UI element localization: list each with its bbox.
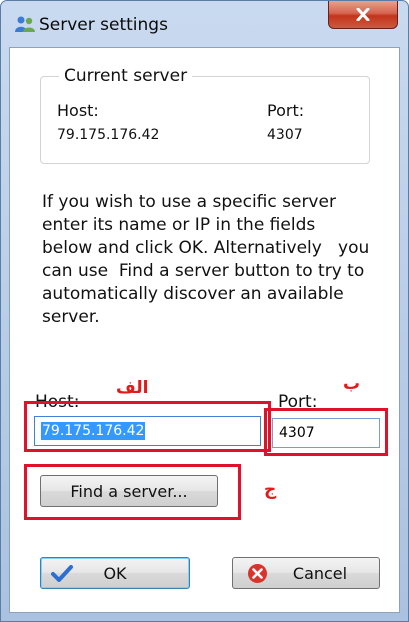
find-server-label: Find a server... — [70, 481, 188, 501]
current-port-value: 4307 — [267, 127, 303, 143]
server-settings-window: Server settings Current server Host: 79.… — [0, 0, 409, 622]
cancel-x-icon — [248, 564, 267, 583]
host-input[interactable]: 79.175.176.42 — [34, 416, 261, 446]
current-server-group: Current server Host: 79.175.176.42 Port:… — [40, 66, 370, 164]
annotation-alef: الف — [116, 378, 149, 398]
dialog-client-area: Current server Host: 79.175.176.42 Port:… — [9, 47, 400, 613]
ok-label: OK — [103, 563, 127, 583]
host-input-value: 79.175.176.42 — [41, 422, 146, 440]
port-input[interactable]: 4307 — [272, 418, 380, 448]
window-title: Server settings — [39, 15, 168, 35]
current-server-legend: Current server — [59, 66, 193, 86]
title-bar[interactable]: Server settings — [1, 1, 408, 47]
ok-button[interactable]: OK — [40, 557, 190, 589]
current-host-label: Host: — [57, 101, 99, 120]
cancel-button[interactable]: Cancel — [232, 557, 380, 589]
close-icon — [356, 8, 370, 21]
users-icon — [15, 16, 35, 32]
close-button[interactable] — [328, 1, 398, 29]
annotation-jeem: ج — [264, 480, 277, 500]
cancel-label: Cancel — [292, 563, 348, 583]
current-host-value: 79.175.176.42 — [57, 127, 160, 143]
annotation-beh: ب — [343, 374, 361, 394]
checkmark-icon — [51, 565, 73, 582]
find-server-button[interactable]: Find a server... — [40, 475, 218, 507]
instructions-text: If you wish to use a specific server ent… — [42, 192, 370, 327]
port-input-value: 4307 — [279, 425, 315, 441]
current-port-label: Port: — [267, 101, 305, 120]
